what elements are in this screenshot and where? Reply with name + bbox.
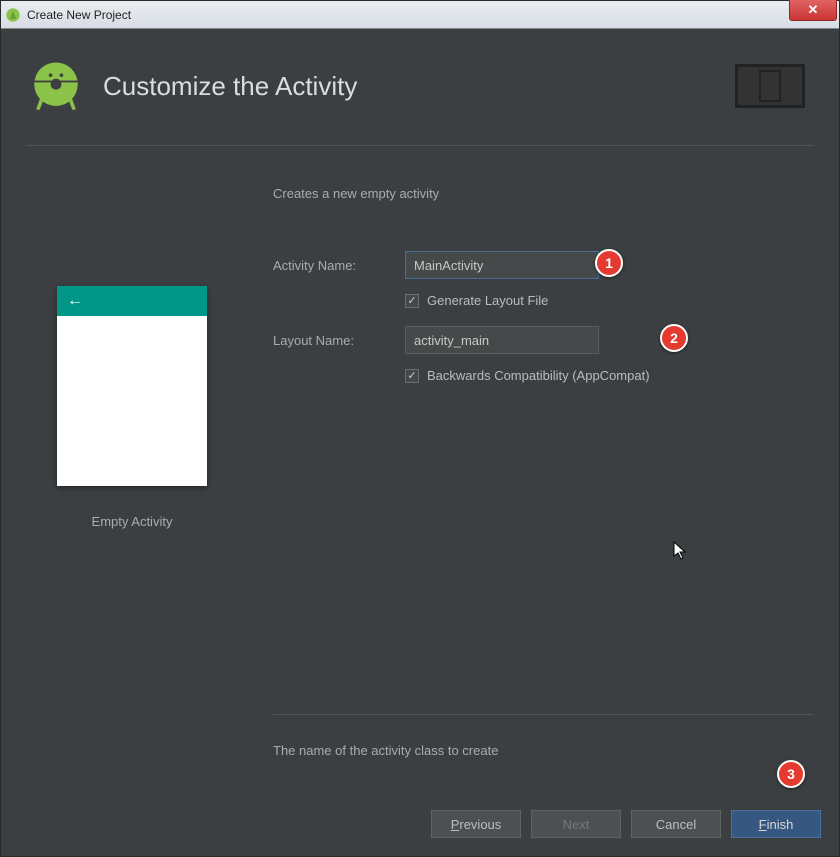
back-arrow-icon: ← <box>67 292 83 310</box>
close-icon: ✕ <box>808 2 819 18</box>
activity-name-label: Activity Name: <box>273 258 405 273</box>
info-divider <box>273 714 813 715</box>
android-studio-logo-icon <box>27 57 85 115</box>
checkbox-icon: ✓ <box>405 294 419 308</box>
content-area: Customize the Activity ← Empty Activity … <box>1 29 839 798</box>
android-studio-icon <box>5 7 21 23</box>
previous-button[interactable]: Previous <box>431 810 521 838</box>
window-title: Create New Project <box>27 8 131 22</box>
finish-button[interactable]: Finish <box>731 810 821 838</box>
activity-name-row: Activity Name: 1 <box>273 251 813 279</box>
preview-label: Empty Activity <box>27 514 237 529</box>
form-column: Creates a new empty activity Activity Na… <box>273 186 813 798</box>
activity-name-input[interactable] <box>405 251 599 279</box>
button-bar: Previous Next Cancel Finish 3 <box>1 798 839 856</box>
header: Customize the Activity <box>19 29 821 145</box>
wizard-window: Create New Project ✕ Customize the Activ… <box>0 0 840 857</box>
annotation-1: 1 <box>595 249 623 277</box>
info-text: The name of the activity class to create <box>273 743 813 758</box>
activity-preview: ← <box>57 286 207 486</box>
main-panel: ← Empty Activity Creates a new empty act… <box>19 146 821 798</box>
preview-appbar: ← <box>57 286 207 316</box>
form-description: Creates a new empty activity <box>273 186 813 201</box>
layout-name-label: Layout Name: <box>273 333 405 348</box>
generate-layout-label: Generate Layout File <box>427 293 548 308</box>
next-button[interactable]: Next <box>531 810 621 838</box>
devices-icon <box>735 64 805 108</box>
close-button[interactable]: ✕ <box>789 0 837 21</box>
preview-column: ← Empty Activity <box>27 186 237 798</box>
header-title: Customize the Activity <box>103 71 735 102</box>
titlebar[interactable]: Create New Project ✕ <box>1 1 839 29</box>
backwards-compat-label: Backwards Compatibility (AppCompat) <box>427 368 650 383</box>
backwards-compat-checkbox[interactable]: ✓ Backwards Compatibility (AppCompat) <box>405 368 813 383</box>
layout-name-row: Layout Name: 2 <box>273 326 813 354</box>
annotation-2: 2 <box>660 324 688 352</box>
cancel-button[interactable]: Cancel <box>631 810 721 838</box>
checkbox-icon: ✓ <box>405 369 419 383</box>
generate-layout-checkbox[interactable]: ✓ Generate Layout File <box>405 293 813 308</box>
layout-name-input[interactable] <box>405 326 599 354</box>
